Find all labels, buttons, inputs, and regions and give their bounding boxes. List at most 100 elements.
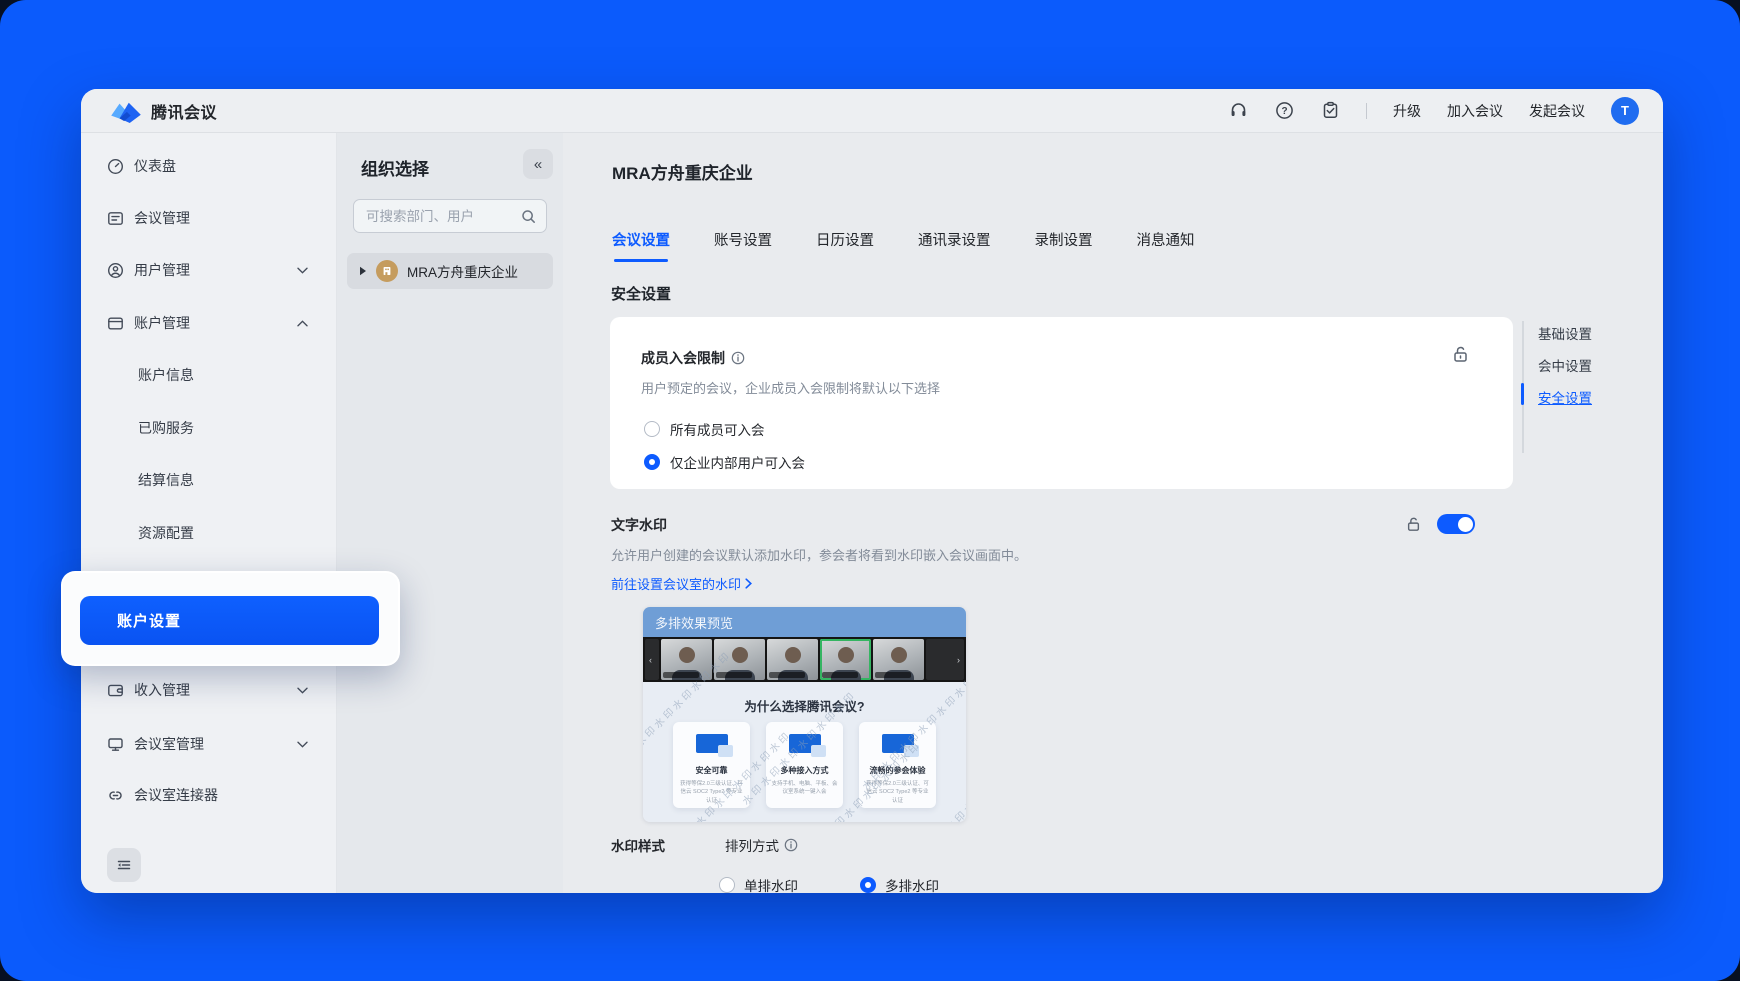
sidebar-subitem-billing-info[interactable]: 结算信息	[95, 460, 322, 500]
participant-thumbnail	[714, 639, 765, 680]
sidebar-item-account-settings-highlighted[interactable]: 账户设置	[80, 596, 379, 645]
radio-label: 仅企业内部用户可入会	[670, 452, 805, 472]
app-title: 腾讯会议	[151, 99, 217, 123]
lock-open-icon[interactable]	[1452, 345, 1469, 363]
preview-feature-card: 流畅的参会体验 获得等保2.0三级认证、可信云 SOC2 Type2 等专业认证	[859, 722, 936, 808]
right-nav-active-bar	[1521, 383, 1524, 405]
desktop-background: 腾讯会议 ?	[0, 0, 1740, 981]
watermark-toggle-on[interactable]	[1437, 514, 1475, 534]
participant-thumbnail	[767, 639, 818, 680]
sidebar-item-label: 仪表盘	[134, 156, 322, 176]
help-icon[interactable]: ?	[1274, 101, 1294, 121]
sidebar-item-label: 收入管理	[134, 680, 297, 700]
sidebar-item-room-connector[interactable]: 会议室连接器	[95, 775, 322, 815]
watermark-desc: 允许用户创建的会议默认添加水印，参会者将看到水印嵌入会议画面中。	[611, 545, 1027, 564]
join-meeting-button[interactable]: 加入会议	[1447, 101, 1503, 121]
sidebar-item-dashboard[interactable]: 仪表盘	[95, 146, 322, 186]
search-icon	[521, 209, 536, 224]
radio-single-row-watermark[interactable]: 单排水印	[719, 875, 798, 893]
watermark-style-label: 水印样式	[611, 835, 665, 855]
video-thumbnails-strip: ‹ ›	[643, 637, 966, 682]
section-heading-security: 安全设置	[611, 283, 671, 304]
preview-feature-card: 多种接入方式 支持手机、电脑、平板、会议室系统一键入会	[766, 722, 843, 808]
app-logo: 腾讯会议	[110, 99, 217, 123]
sidebar-item-rooms-management[interactable]: 会议室管理	[95, 724, 322, 764]
org-search-input[interactable]	[364, 208, 521, 225]
tab-recording-settings[interactable]: 录制设置	[1035, 229, 1093, 262]
sidebar-item-label: 会议管理	[134, 208, 322, 228]
watermark-style-row: 水印样式 排列方式	[611, 835, 798, 855]
watermark-link-label: 前往设置会议室的水印	[611, 574, 741, 593]
radio-multi-row-watermark[interactable]: 多排水印	[860, 875, 939, 893]
feature-illustration	[882, 734, 914, 753]
info-icon[interactable]	[784, 838, 798, 852]
feature-subtext: 获得等保2.0三级认证、可信云 SOC2 Type2 等专业认证	[859, 780, 936, 805]
tab-message-notify[interactable]: 消息通知	[1137, 229, 1195, 262]
org-search-box	[353, 199, 547, 233]
dashboard-icon	[107, 158, 124, 175]
org-tree-item[interactable]: MRA方舟重庆企业	[347, 253, 553, 289]
participant-thumbnail	[661, 639, 712, 680]
sidebar-item-income-management[interactable]: 收入管理	[95, 670, 322, 710]
anchor-inmeeting-settings[interactable]: 会中设置	[1538, 355, 1592, 375]
radio-label: 单排水印	[744, 875, 798, 893]
app-window: 腾讯会议 ?	[81, 89, 1663, 893]
sidebar-item-meeting-management[interactable]: 会议管理	[95, 198, 322, 238]
thumbnail-partial: ‹	[645, 639, 659, 680]
info-icon[interactable]	[731, 351, 745, 365]
prev-arrow-icon: ‹	[649, 655, 652, 665]
radio-circle-icon	[644, 421, 660, 437]
chevron-down-icon	[297, 687, 308, 694]
feature-illustration	[696, 734, 728, 753]
sidebar-item-label: 账户管理	[134, 313, 297, 333]
header-divider	[1366, 103, 1367, 119]
sidebar-subitem-purchased-services[interactable]: 已购服务	[95, 408, 322, 448]
radio-all-members[interactable]: 所有成员可入会	[644, 419, 765, 439]
next-arrow-icon: ›	[957, 655, 960, 665]
anchor-basic-settings[interactable]: 基础设置	[1538, 323, 1592, 343]
sidebar-subitem-label: 已购服务	[138, 418, 194, 438]
participant-thumbnail-active-speaker	[820, 639, 871, 680]
sidebar-item-label: 用户管理	[134, 260, 297, 280]
feature-title: 安全可靠	[696, 765, 728, 776]
sidebar-collapse-button[interactable]	[107, 848, 141, 882]
user-avatar[interactable]: T	[1611, 97, 1639, 125]
anchor-security-settings[interactable]: 安全设置	[1538, 387, 1592, 407]
thumbnail-partial: ›	[926, 639, 964, 680]
tab-meeting-settings[interactable]: 会议设置	[612, 229, 670, 262]
preview-header: 多排效果预览	[643, 607, 966, 637]
caret-right-icon[interactable]	[359, 266, 367, 276]
watermark-style-options: 单排水印 多排水印	[719, 875, 939, 893]
sidebar-subitem-label: 账户信息	[138, 365, 194, 385]
panel-collapse-button[interactable]: «	[523, 149, 553, 179]
sidebar-subitem-account-info[interactable]: 账户信息	[95, 355, 322, 395]
member-limit-card: 成员入会限制 用户预定的会议，企业成员入会限制将默认以下选择 所有成员可入会 仅…	[610, 317, 1513, 489]
meeting-list-icon	[107, 210, 124, 227]
connector-link-icon	[107, 787, 124, 804]
feature-subtext: 支持手机、电脑、平板、会议室系统一键入会	[766, 780, 843, 797]
upgrade-button[interactable]: 升级	[1393, 101, 1421, 121]
tab-calendar-settings[interactable]: 日历设置	[816, 229, 874, 262]
chevron-down-icon	[297, 267, 308, 274]
tab-contacts-settings[interactable]: 通讯录设置	[918, 229, 991, 262]
sidebar-item-user-management[interactable]: 用户管理	[95, 250, 322, 290]
feature-subtext: 获得等保2.0三级认证、可信云 SOC2 Type2 等专业认证	[673, 780, 750, 805]
radio-internal-only[interactable]: 仅企业内部用户可入会	[644, 452, 805, 472]
main-content: MRA方舟重庆企业 会议设置 账号设置 日历设置 通讯录设置 录制设置 消息通知…	[563, 133, 1663, 893]
lock-open-small-icon[interactable]	[1406, 516, 1421, 532]
meeting-room-display-icon	[107, 736, 124, 753]
account-settings-label: 账户设置	[117, 610, 181, 631]
sidebar-item-account-management[interactable]: 账户管理	[95, 303, 322, 343]
feedback-clipboard-icon[interactable]	[1320, 101, 1340, 121]
arrange-label-text: 排列方式	[725, 835, 779, 855]
start-meeting-button[interactable]: 发起会议	[1529, 101, 1585, 121]
org-badge-icon	[376, 260, 398, 282]
watermark-room-link[interactable]: 前往设置会议室的水印	[611, 574, 752, 593]
org-selection-panel: 组织选择 «	[337, 133, 563, 893]
radio-circle-icon	[719, 877, 735, 893]
support-headset-icon[interactable]	[1228, 101, 1248, 121]
sidebar-subitem-resource-config[interactable]: 资源配置	[95, 513, 322, 553]
collapse-sidebar-icon	[116, 857, 132, 873]
radio-label: 所有成员可入会	[670, 419, 765, 439]
tab-account-settings[interactable]: 账号设置	[714, 229, 772, 262]
